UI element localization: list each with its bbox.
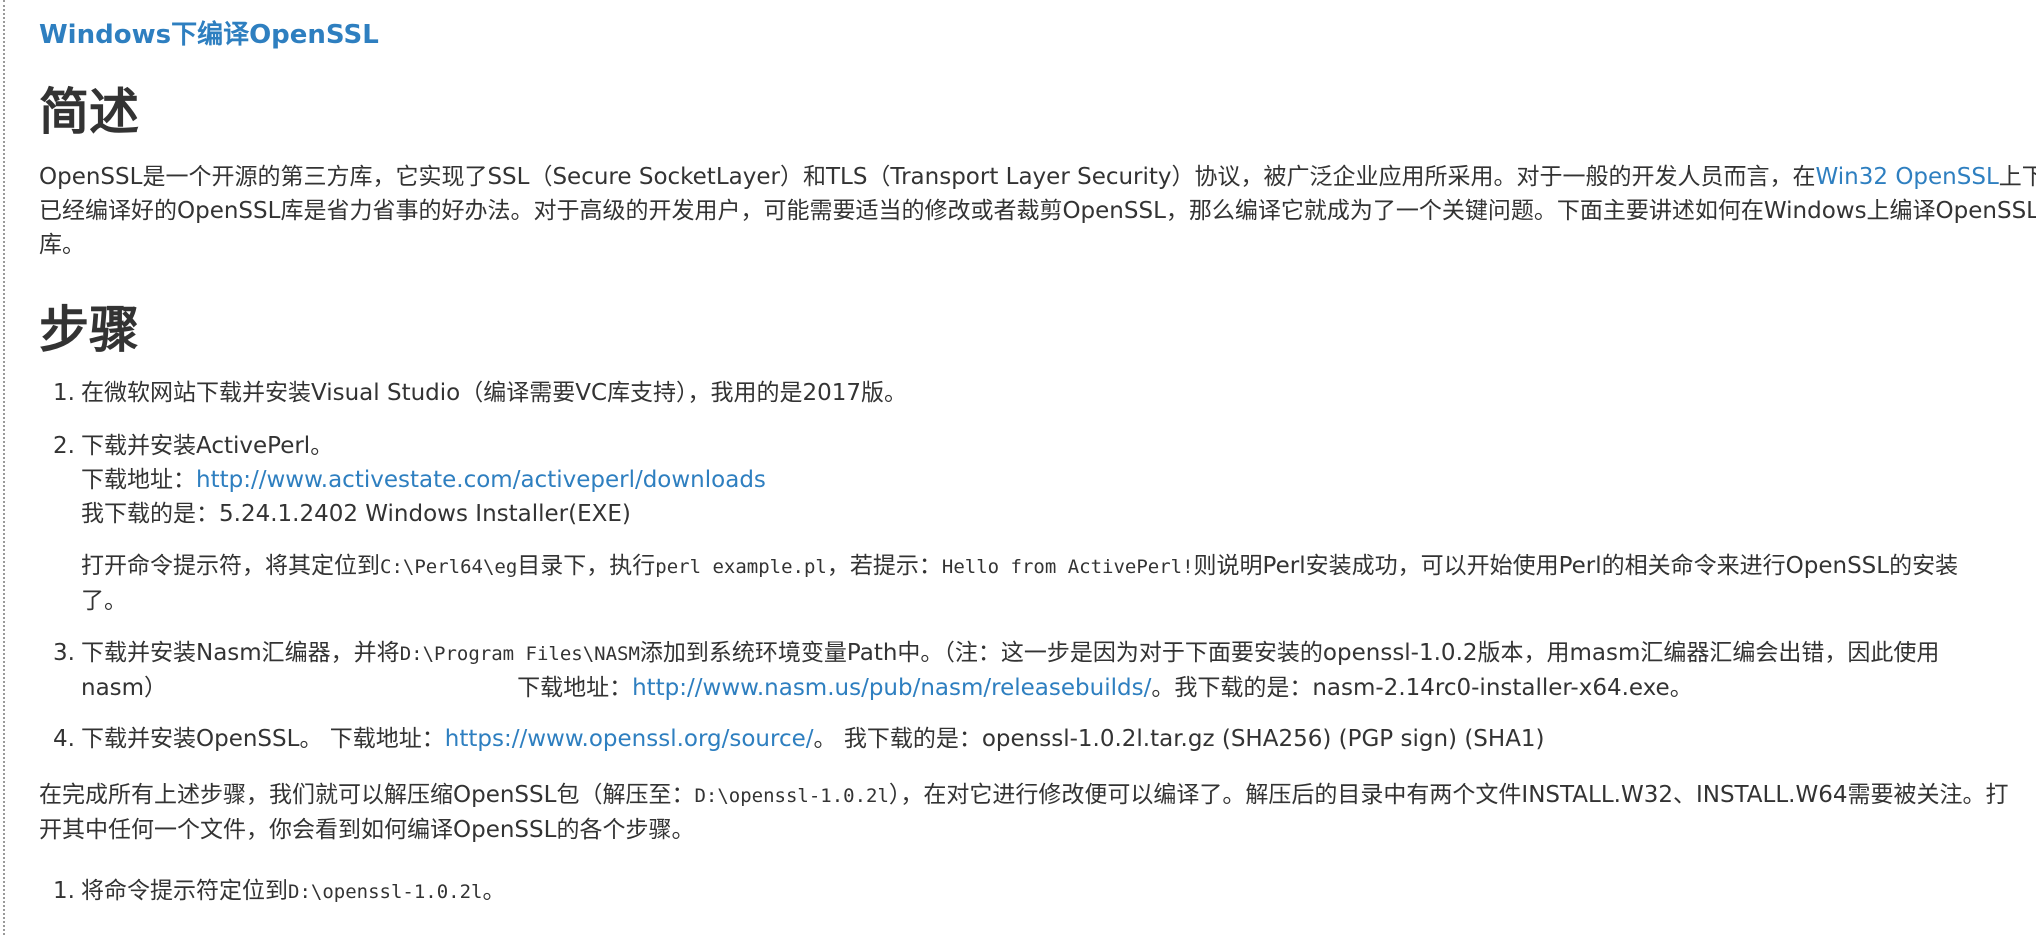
overview-line-3: 库。 [39, 232, 85, 258]
step-2-note-line-1: 打开命令提示符，将其定位到C:\Perl64\eg目录下，执行perl exam… [81, 549, 1958, 584]
step-item-2: 2. 下载并安装ActivePerl。 下载地址：http://www.acti… [53, 429, 766, 531]
step-text-a: 下载并安装OpenSSL。 下载地址： [81, 726, 445, 752]
step-text: 下载并安装ActivePerl。 [81, 433, 334, 459]
step-number: 3. [53, 640, 75, 666]
step-number: 1. [53, 380, 75, 406]
step-number: 1. [53, 878, 75, 904]
step-text-b: 。 我下载的是：openssl-1.0.2l.tar.gz (SHA256) (… [813, 726, 1545, 752]
step-text-line-2: nasm） 下载地址：http://www.nasm.us/pub/nasm/re… [81, 671, 1939, 705]
extract-line-2: 开其中任何一个文件，你会看到如何编译OpenSSL的各个步骤。 [39, 817, 695, 843]
left-margin-rule [3, 0, 5, 935]
overview-text-1b: 上下载 [1998, 164, 2036, 190]
note-text: ，若提示： [826, 553, 942, 579]
activeperl-download-link[interactable]: http://www.activestate.com/activeperl/do… [196, 467, 766, 493]
code-path: D:\openssl-1.0.2l [288, 881, 483, 903]
compile-step-item-1: 1. 将命令提示符定位到D:\openssl-1.0.2l。 [53, 874, 505, 909]
download-label: 下载地址： [517, 675, 633, 701]
paragraph-text: ），在对它进行修改便可以编译了。解压后的目录中有两个文件INSTALL.W32、… [888, 782, 2009, 808]
paragraph-text: 在完成所有上述步骤，我们就可以解压缩OpenSSL包（解压至： [39, 782, 695, 808]
extract-line-1: 在完成所有上述步骤，我们就可以解压缩OpenSSL包（解压至：D:\openss… [39, 778, 2009, 813]
overview-text-1: OpenSSL是一个开源的第三方库，它实现了SSL（Secure SocketL… [39, 164, 1816, 190]
code-path: C:\Perl64\eg [380, 556, 518, 578]
step-text: 下载并安装OpenSSL。 下载地址：https://www.openssl.o… [81, 722, 1545, 756]
step-text-b: 。 [482, 878, 506, 904]
article-title-link[interactable]: Windows下编译OpenSSL [39, 14, 379, 51]
step-text: nasm） [81, 675, 168, 701]
step-number: 2. [53, 433, 75, 459]
extract-paragraph: 在完成所有上述步骤，我们就可以解压缩OpenSSL包（解压至：D:\openss… [39, 778, 2009, 847]
note-text: 则说明Perl安装成功，可以开始使用Perl的相关命令来进行OpenSSL的安装 [1193, 553, 1959, 579]
note-text: 打开命令提示符，将其定位到 [81, 553, 380, 579]
code-path: D:\openssl-1.0.2l [694, 785, 889, 807]
code-path: D:\Program Files\NASM [399, 643, 640, 665]
overview-line-2: 已经编译好的OpenSSL库是省力省事的好办法。对于高级的开发用户，可能需要适当… [39, 198, 2036, 224]
step-text: 。我下载的是：nasm-2.14rc0-installer-x64.exe。 [1151, 675, 1693, 701]
code-output: Hello from ActivePerl! [941, 556, 1194, 578]
section-heading-overview: 简述 [39, 83, 139, 141]
download-label: 下载地址： [81, 467, 196, 493]
step-2-note-line-2: 了。 [81, 588, 127, 614]
step-2-note: 打开命令提示符，将其定位到C:\Perl64\eg目录下，执行perl exam… [81, 549, 1958, 618]
code-command: perl example.pl [655, 556, 827, 578]
step-text: 添加到系统环境变量Path中。（注：这一步是因为对于下面要安装的openssl-… [639, 640, 1940, 666]
step-text: 将命令提示符定位到D:\openssl-1.0.2l。 [81, 874, 505, 909]
step-item-3: 3. 下载并安装Nasm汇编器，并将D:\Program Files\NASM添… [53, 636, 1939, 705]
step-text-a: 将命令提示符定位到 [81, 878, 288, 904]
step-text: 在微软网站下载并安装Visual Studio（编译需要VC库支持），我用的是2… [81, 380, 908, 406]
note-text: 目录下，执行 [517, 553, 656, 579]
nasm-download-link[interactable]: http://www.nasm.us/pub/nasm/releasebuild… [632, 675, 1151, 701]
step-text: 下载并安装Nasm汇编器，并将 [81, 640, 400, 666]
downloaded-version-line: 我下载的是：5.24.1.2402 Windows Installer(EXE) [81, 501, 631, 527]
section-heading-steps: 步骤 [39, 301, 139, 359]
win32-openssl-link[interactable]: Win32 OpenSSL [1816, 164, 1999, 190]
step-item-1: 1. 在微软网站下载并安装Visual Studio（编译需要VC库支持），我用… [53, 376, 908, 410]
openssl-download-link[interactable]: https://www.openssl.org/source/ [445, 726, 814, 752]
download-address-line: 下载地址：http://www.activestate.com/activepe… [81, 463, 766, 497]
step-text-line-1: 下载并安装Nasm汇编器，并将D:\Program Files\NASM添加到系… [81, 636, 1939, 671]
step-number: 4. [53, 726, 75, 752]
step-item-4: 4. 下载并安装OpenSSL。 下载地址：https://www.openss… [53, 722, 1545, 756]
overview-line-1: OpenSSL是一个开源的第三方库，它实现了SSL（Secure SocketL… [39, 160, 2036, 194]
overview-paragraph: OpenSSL是一个开源的第三方库，它实现了SSL（Secure SocketL… [39, 160, 2036, 262]
